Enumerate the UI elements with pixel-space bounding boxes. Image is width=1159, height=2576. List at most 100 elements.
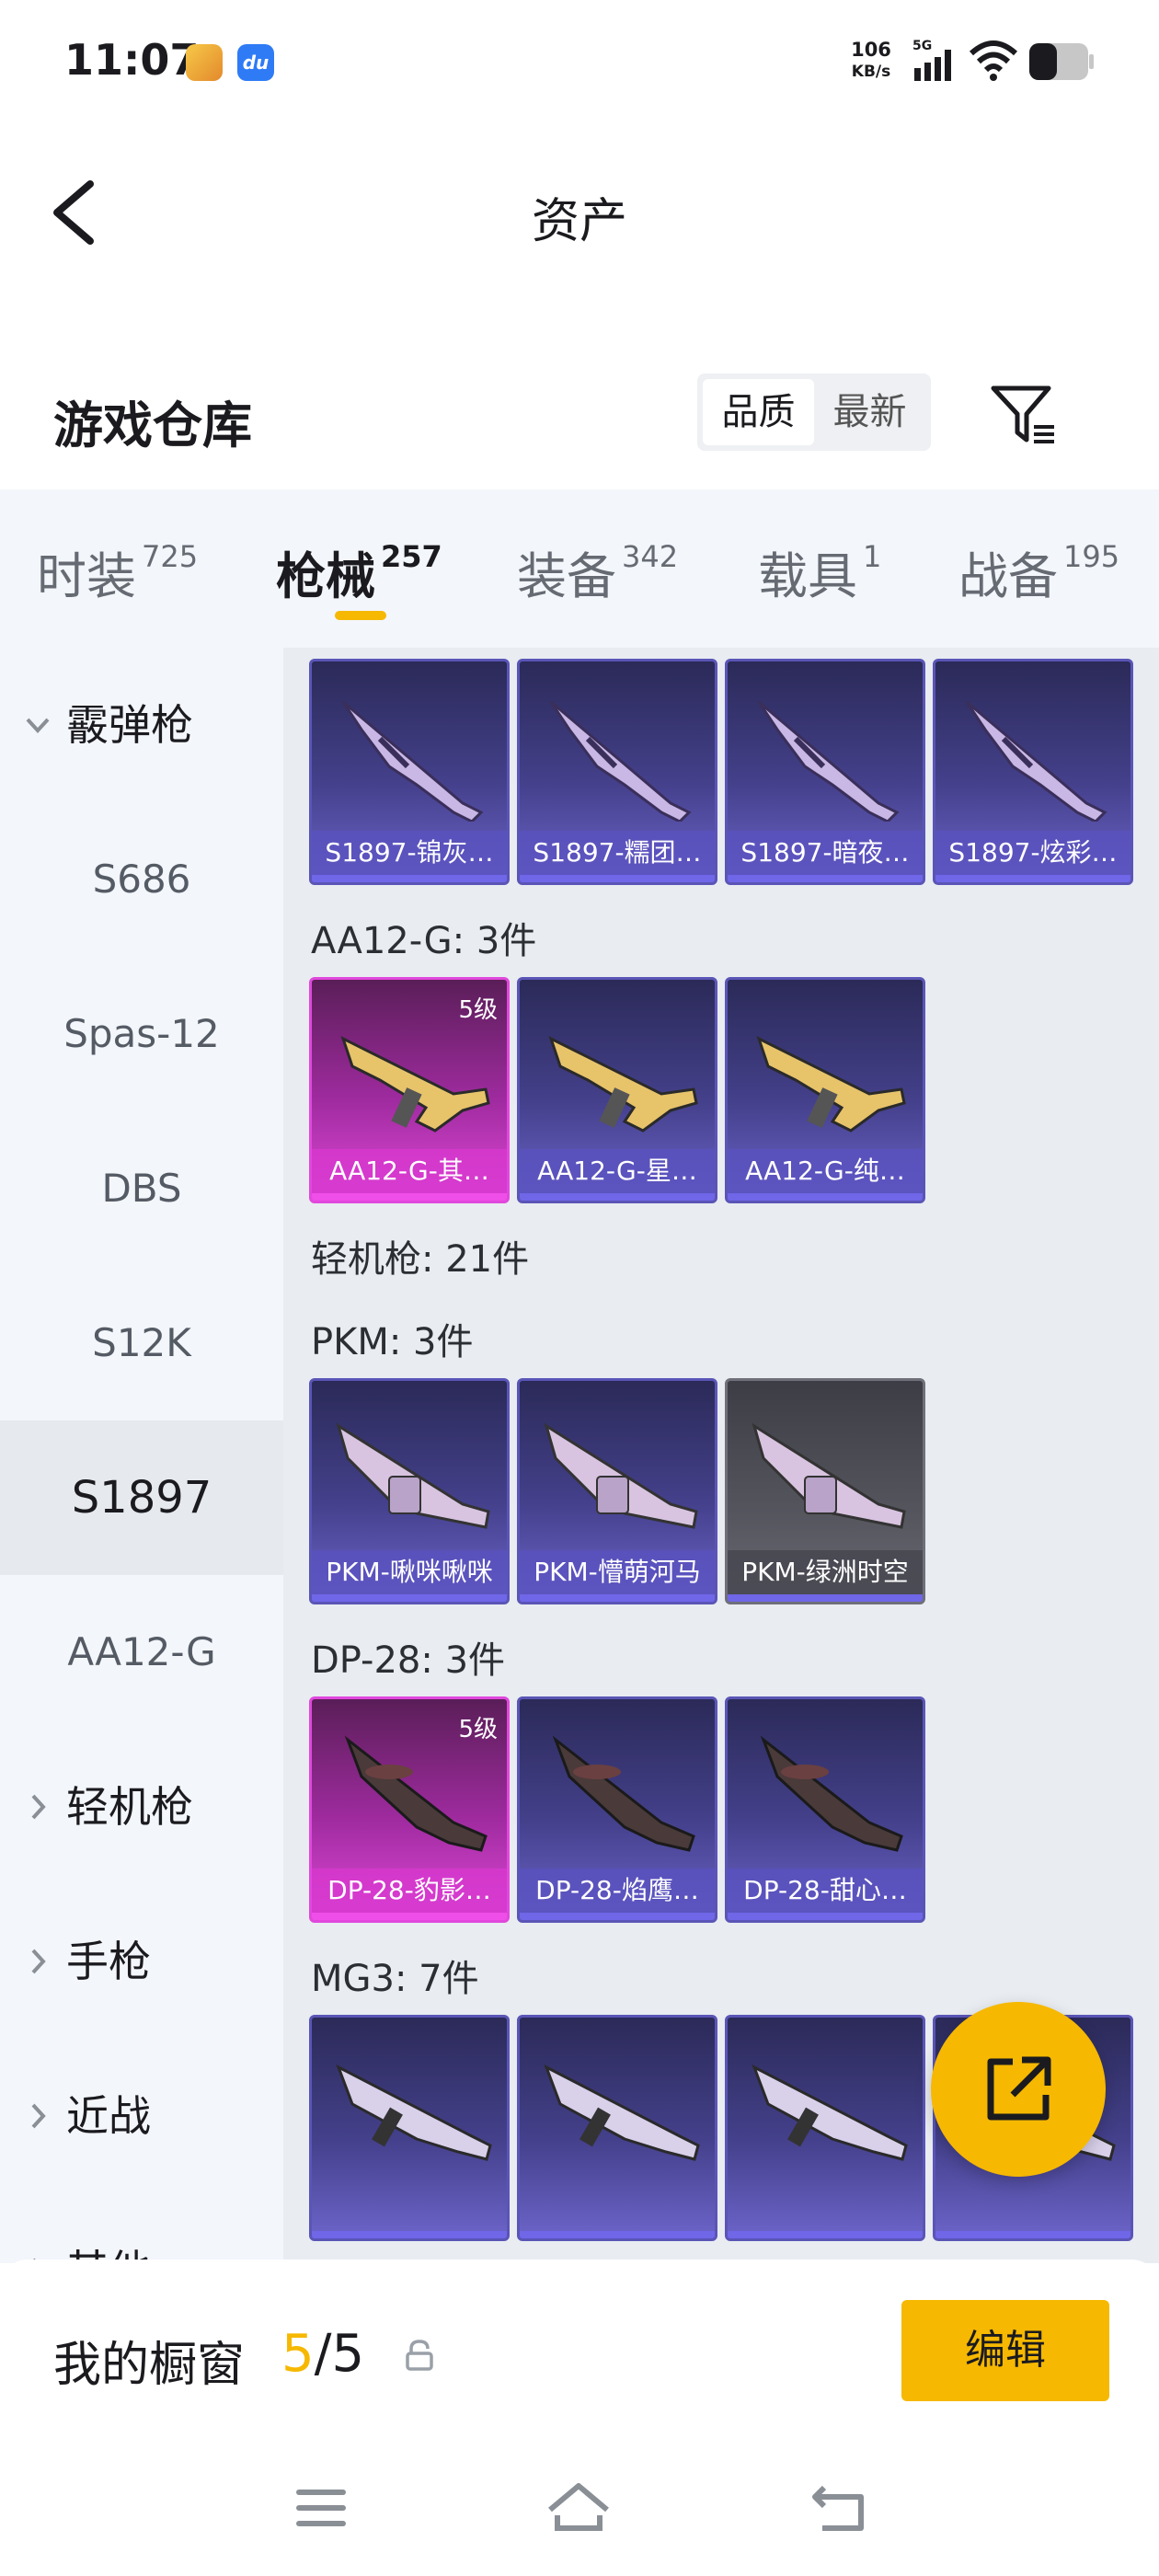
sidebar-group-shotgun[interactable]: 霰弹枪 — [0, 648, 283, 802]
tab-vehicles[interactable]: 载具 1 — [758, 535, 881, 608]
rarity-bar — [728, 875, 923, 882]
status-bar: 11:07 du 106 KB/s 5G — [0, 0, 1159, 125]
sidebar: 霰弹枪 S686 Spas-12 DBS S12K S1897 AA12-G 轻… — [0, 648, 283, 2263]
category-tabs: 时装 725 枪械 257 装备 342 载具 1 战备 195 — [0, 489, 1159, 648]
chevron-down-icon — [26, 718, 50, 733]
sidebar-group-other[interactable]: 其他 — [0, 2193, 283, 2263]
item-card[interactable]: PKM-啾咪啾咪 — [309, 1378, 510, 1604]
category-label: 轻机枪: 21件 — [311, 1238, 530, 1281]
sidebar-item-s686[interactable]: S686 — [0, 802, 283, 957]
weapon-image — [552, 1735, 695, 1852]
filter-icon[interactable] — [984, 374, 1061, 451]
category-label: AA12-G: 3件 — [311, 920, 537, 962]
item-name: PKM-啾咪啾咪 — [312, 1550, 507, 1594]
item-card[interactable]: S1897-炫彩… — [933, 659, 1133, 885]
sidebar-item-s12k[interactable]: S12K — [0, 1266, 283, 1420]
menu-icon[interactable] — [280, 2471, 362, 2545]
sidebar-item-aa12g[interactable]: AA12-G — [0, 1575, 283, 1730]
item-name: AA12-G-纯… — [728, 1149, 923, 1193]
sidebar-group-lmg[interactable]: 轻机枪 — [0, 1730, 283, 1884]
item-card[interactable]: PKM-绿洲时空 — [725, 1378, 925, 1604]
active-tab-indicator — [335, 611, 386, 620]
sort-toggle: 品质 最新 — [697, 374, 931, 451]
item-card[interactable]: S1897-暗夜… — [725, 659, 925, 885]
sidebar-item-spas12[interactable]: Spas-12 — [0, 957, 283, 1111]
weapon-image — [760, 1735, 903, 1852]
item-card[interactable] — [309, 2015, 510, 2241]
system-nav — [0, 2444, 1159, 2576]
share-icon — [987, 2056, 1051, 2121]
rarity-bar — [935, 2231, 1130, 2238]
rarity-bar — [312, 1193, 507, 1201]
chevron-right-icon — [31, 1949, 46, 1974]
chevron-right-icon — [31, 1794, 46, 1820]
rarity-bar — [520, 1193, 715, 1201]
rarity-bar — [520, 2231, 715, 2238]
item-card[interactable]: 5级 DP-28-豹影… — [309, 1696, 510, 1923]
header: 资产 — [0, 125, 1159, 300]
level-badge: 5级 — [458, 996, 498, 1024]
item-card[interactable] — [517, 2015, 717, 2241]
sidebar-group-melee[interactable]: 近战 — [0, 2039, 283, 2193]
weapon-image — [544, 2064, 700, 2161]
weapon-image — [548, 1036, 698, 1133]
weapon-image — [752, 2064, 908, 2161]
rarity-bar — [728, 2231, 923, 2238]
weapon-image — [752, 1422, 906, 1529]
weapon-image — [336, 2064, 492, 2161]
weapon-image — [757, 700, 900, 822]
category-label: PKM: 3件 — [311, 1321, 474, 1363]
item-card[interactable]: S1897-糯团… — [517, 659, 717, 885]
showcase-label: 我的橱窗 — [53, 2338, 246, 2393]
net-speed: 106 KB/s — [851, 39, 891, 81]
page-title: 资产 — [531, 194, 627, 249]
rarity-bar — [935, 875, 1130, 882]
share-button[interactable] — [931, 2002, 1106, 2177]
svg-text:5G: 5G — [912, 39, 932, 53]
item-card[interactable]: S1897-锦灰… — [309, 659, 510, 885]
tab-fashion[interactable]: 时装 725 — [37, 535, 198, 608]
item-name: S1897-炫彩… — [935, 831, 1130, 875]
edit-button[interactable]: 编辑 — [901, 2300, 1109, 2401]
tab-firearms[interactable]: 枪械 257 — [276, 535, 442, 608]
level-badge: 5级 — [458, 1716, 498, 1743]
sidebar-item-dbs[interactable]: DBS — [0, 1111, 283, 1266]
item-name: DP-28-豹影… — [312, 1869, 507, 1913]
item-card[interactable]: DP-28-甜心… — [725, 1696, 925, 1923]
item-name: S1897-锦灰… — [312, 831, 507, 875]
rarity-bar — [728, 1913, 923, 1920]
item-name: PKM-懵萌河马 — [520, 1550, 715, 1594]
item-card[interactable]: AA12-G-纯… — [725, 977, 925, 1203]
item-card[interactable]: PKM-懵萌河马 — [517, 1378, 717, 1604]
tab-equipment[interactable]: 装备 342 — [517, 535, 678, 608]
item-name: DP-28-焰鹰… — [520, 1869, 715, 1913]
showcase-count: 5/5 — [281, 2324, 365, 2384]
item-name: S1897-糯团… — [520, 831, 715, 875]
tab-supplies[interactable]: 战备 195 — [958, 535, 1119, 608]
item-name: AA12-G-其… — [312, 1149, 507, 1193]
sidebar-item-s1897[interactable]: S1897 — [0, 1420, 283, 1575]
back-icon[interactable] — [797, 2471, 879, 2545]
item-name: DP-28-甜心… — [728, 1869, 923, 1913]
home-icon[interactable] — [537, 2471, 620, 2545]
item-card[interactable] — [725, 2015, 925, 2241]
battery-icon — [1029, 43, 1094, 80]
du-app-icon: du — [237, 44, 274, 81]
rarity-bar — [520, 875, 715, 882]
category-label: MG3: 7件 — [311, 1958, 479, 2000]
status-time: 11:07 — [64, 35, 200, 85]
chevron-right-icon — [31, 2103, 46, 2129]
sort-option-newest[interactable]: 最新 — [814, 379, 925, 445]
item-name: S1897-暗夜… — [728, 831, 923, 875]
sidebar-group-pistol[interactable]: 手枪 — [0, 1884, 283, 2039]
sort-option-quality[interactable]: 品质 — [703, 379, 814, 445]
item-card[interactable]: AA12-G-星… — [517, 977, 717, 1203]
rarity-bar — [520, 1913, 715, 1920]
item-card[interactable]: 5级 AA12-G-其… — [309, 977, 510, 1203]
rarity-bar — [312, 875, 507, 882]
chevron-right-icon — [31, 2258, 40, 2263]
item-card[interactable]: DP-28-焰鹰… — [517, 1696, 717, 1923]
rarity-bar — [520, 1594, 715, 1602]
weapon-image — [965, 700, 1107, 822]
weapon-image — [544, 1422, 698, 1529]
